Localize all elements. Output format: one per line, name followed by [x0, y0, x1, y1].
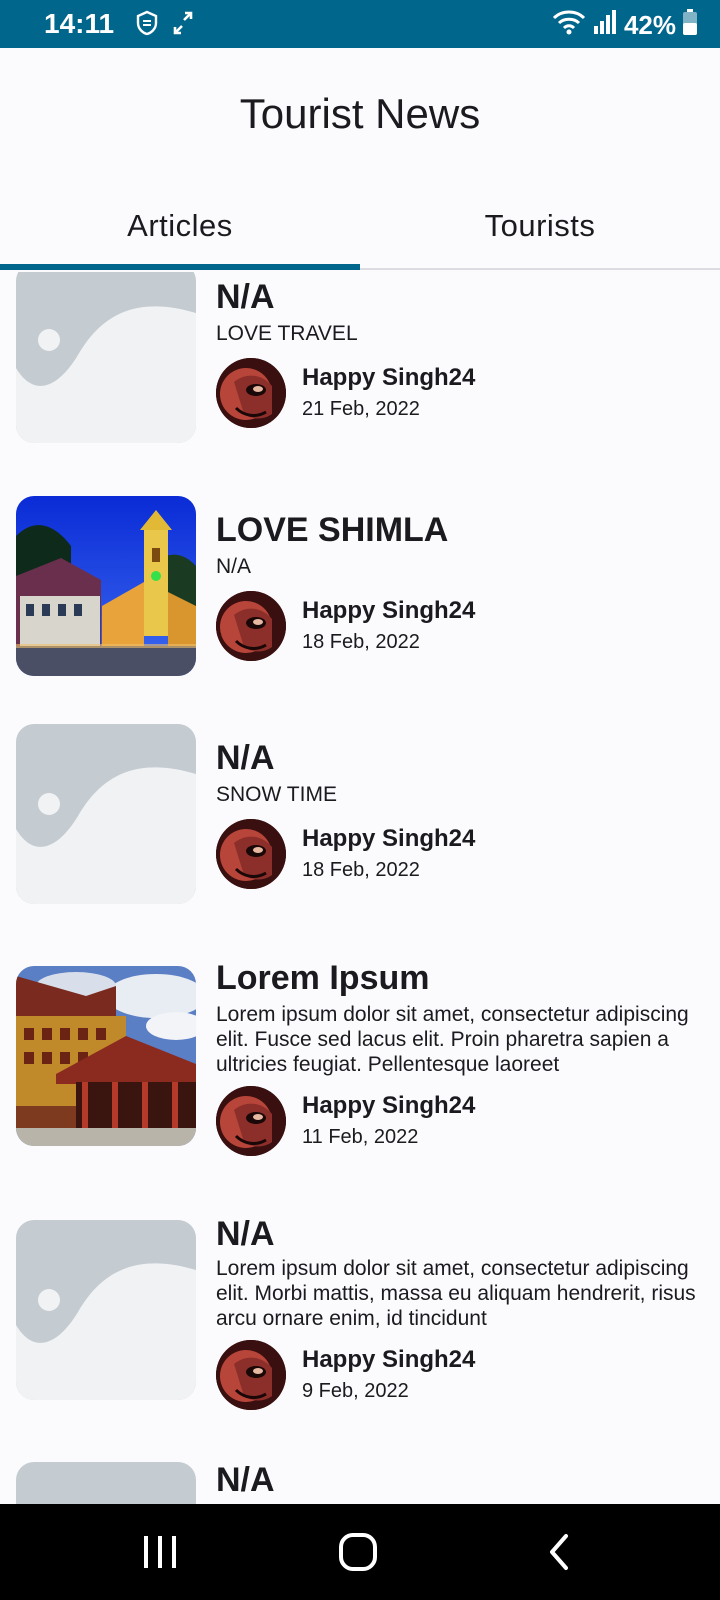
avatar	[216, 819, 286, 889]
list-item[interactable]: LOVE SHIMLA N/A Happy Singh24 18 Feb, 20…	[0, 496, 720, 696]
signal-icon	[592, 8, 618, 41]
avatar	[216, 358, 286, 428]
author-name: Happy Singh24	[302, 825, 476, 852]
article-title: N/A	[216, 278, 275, 316]
placeholder-image-icon	[16, 1462, 196, 1504]
article-date: 21 Feb, 2022	[302, 398, 420, 420]
avatar	[216, 1340, 286, 1410]
list-item[interactable]: N/A SNOW TIME Happy Singh24 18 Feb, 2022	[0, 724, 720, 924]
recents-icon[interactable]	[136, 1532, 184, 1572]
article-date: 18 Feb, 2022	[302, 631, 420, 653]
article-subtitle: SNOW TIME	[216, 783, 337, 806]
list-item[interactable]: N/A Lorem ipsum dolor sit amet, consecte…	[0, 1215, 720, 1440]
battery-percent: 42%	[623, 9, 676, 40]
placeholder-image-icon	[16, 1220, 196, 1400]
tab-articles[interactable]: Articles	[0, 186, 360, 270]
article-date: 18 Feb, 2022	[302, 859, 420, 881]
article-list[interactable]: N/A LOVE TRAVEL Happy Singh24 21 Feb, 20…	[0, 272, 720, 1504]
author-name: Happy Singh24	[302, 364, 476, 391]
article-date: 9 Feb, 2022	[302, 1380, 409, 1402]
article-title: N/A	[216, 739, 275, 777]
article-title: LOVE SHIMLA	[216, 511, 449, 549]
tab-bar: Articles Tourists	[0, 186, 720, 270]
article-title: N/A	[216, 1215, 275, 1253]
article-subtitle: LOVE TRAVEL	[216, 322, 358, 345]
wifi-icon	[552, 8, 586, 41]
app-title: Tourist News	[239, 90, 481, 137]
status-time: 14:11	[44, 8, 115, 39]
placeholder-image-icon	[16, 272, 196, 443]
shield-icon	[136, 10, 158, 41]
home-icon[interactable]	[336, 1532, 384, 1572]
placeholder-image-icon	[16, 724, 196, 904]
article-subtitle: N/A	[216, 555, 252, 578]
status-bar: 14:11 42%	[0, 0, 720, 48]
temple-photo	[16, 966, 196, 1146]
back-icon[interactable]	[544, 1532, 592, 1572]
author-name: Happy Singh24	[302, 1346, 476, 1373]
tab-tourists[interactable]: Tourists	[360, 186, 720, 268]
article-date: 11 Feb, 2022	[302, 1126, 419, 1148]
navigation-bar	[0, 1504, 720, 1600]
church-photo	[16, 496, 196, 676]
article-title: N/A	[216, 1461, 275, 1499]
avatar	[216, 591, 286, 661]
article-subtitle: Lorem ipsum dolor sit amet, consectetur …	[216, 1003, 689, 1076]
battery-icon	[682, 8, 698, 41]
avatar	[216, 1086, 286, 1156]
expand-arrows-icon	[172, 10, 194, 41]
list-item[interactable]: N/A	[0, 1461, 720, 1504]
article-title: Lorem Ipsum	[216, 959, 430, 997]
article-subtitle: Lorem ipsum dolor sit amet, consectetur …	[216, 1257, 696, 1330]
list-item[interactable]: N/A LOVE TRAVEL Happy Singh24 21 Feb, 20…	[0, 272, 720, 463]
list-item[interactable]: Lorem Ipsum Lorem ipsum dolor sit amet, …	[0, 959, 720, 1186]
author-name: Happy Singh24	[302, 1092, 476, 1119]
author-name: Happy Singh24	[302, 597, 476, 624]
